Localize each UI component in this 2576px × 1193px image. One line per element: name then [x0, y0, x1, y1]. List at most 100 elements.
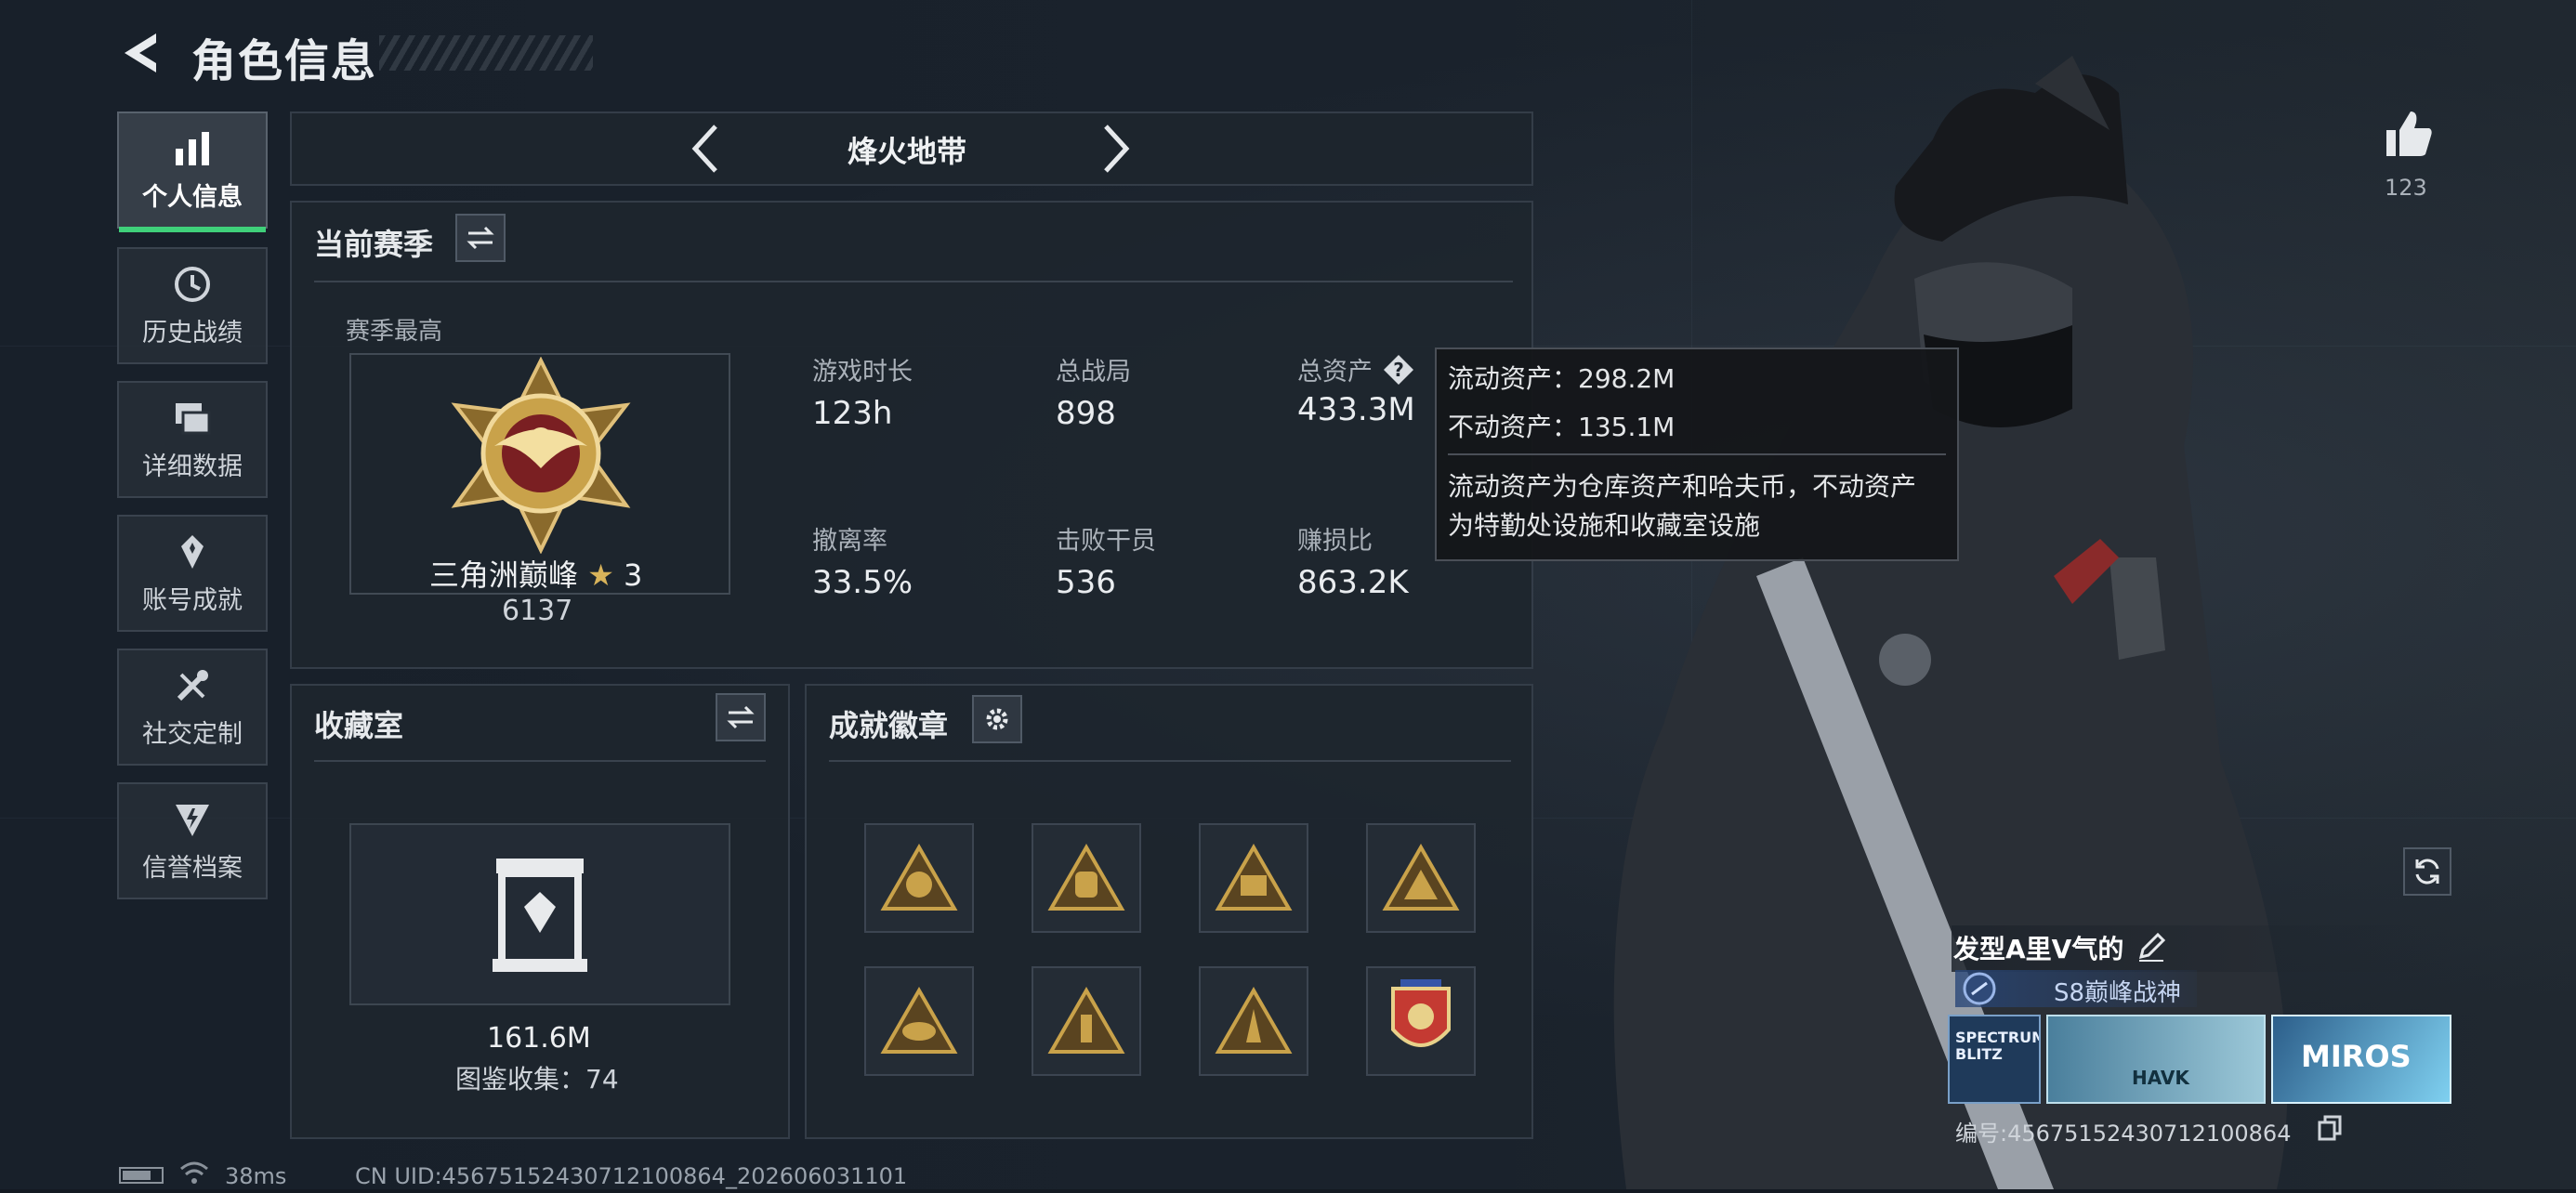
badge-icon-3: [1215, 844, 1293, 911]
tooltip-fixed-assets: 不动资产：135.1M: [1448, 412, 1676, 442]
sidebar-item-history[interactable]: 历史战绩: [117, 247, 268, 364]
rank-score: 6137: [502, 595, 573, 627]
like-button[interactable]: [2383, 108, 2435, 160]
title-decoration: [379, 35, 593, 71]
collection-title: 收藏室: [314, 708, 404, 743]
achievements-settings-button[interactable]: [972, 695, 1022, 743]
refresh-button[interactable]: [2403, 847, 2451, 896]
badge-icon-2: [1047, 844, 1125, 911]
achievement-badge[interactable]: [864, 966, 974, 1076]
swap-icon: [467, 226, 494, 250]
rank-name-row: 三角洲巅峰 ★ 3: [429, 552, 642, 595]
copy-icon: [2318, 1115, 2342, 1141]
card-spectrum-label: SPECTRUM BLITZ: [1955, 1029, 2041, 1063]
achievement-badge[interactable]: [1199, 966, 1308, 1076]
achievement-badge[interactable]: [864, 823, 974, 933]
achievement-badge[interactable]: [1032, 823, 1141, 933]
star-icon: ★: [587, 557, 614, 593]
like-count: 123: [2385, 175, 2427, 201]
battery-icon: [119, 1167, 164, 1184]
badge-icon-6: [1047, 987, 1125, 1054]
badge-icon-5: [880, 987, 958, 1054]
sidebar-item-label: 信誉档案: [142, 853, 243, 883]
season-best-label: 赛季最高: [346, 318, 443, 346]
stat-label: 总资产: [1297, 358, 1373, 387]
stat-value: 123h: [812, 395, 893, 432]
divider: [314, 281, 1513, 282]
card-havk-label: HAVK: [2132, 1067, 2189, 1089]
season-switch-button[interactable]: [455, 214, 506, 262]
card-miros[interactable]: MIROS: [2271, 1015, 2451, 1104]
season-title: 当前赛季: [314, 227, 434, 262]
stat-label: 赚损比: [1297, 527, 1373, 556]
tooltip-liquid-assets: 流动资产：298.2M: [1448, 363, 1676, 394]
serial-text: 编号:45675152430712100864: [1955, 1121, 2292, 1147]
stat-value: 863.2K: [1297, 564, 1409, 601]
divider: [314, 760, 766, 762]
pencil-icon: [2138, 932, 2166, 962]
badge-icon-7: [1215, 987, 1293, 1054]
tooltip-divider: [1448, 453, 1946, 455]
divider: [829, 760, 1511, 762]
sidebar-item-label: 个人信息: [142, 182, 243, 212]
tooltip-desc-line2: 为特勤处设施和收藏室设施: [1448, 510, 1761, 541]
mode-prev-button[interactable]: [686, 121, 727, 177]
folders-icon: [176, 402, 211, 434]
stat-value: 898: [1056, 395, 1116, 432]
sidebar-item-label: 历史战绩: [142, 318, 243, 347]
edit-name-button[interactable]: [2136, 931, 2167, 963]
thumbs-up-icon: [2386, 111, 2432, 156]
rank-name: 三角洲巅峰: [429, 557, 579, 593]
mode-label: 烽火地带: [848, 134, 967, 169]
rank-stars: 3: [624, 557, 643, 593]
collection-switch-button[interactable]: [716, 693, 766, 741]
uid-text: CN UID:45675152430712100864_202606031101: [355, 1163, 908, 1189]
player-name: 发型A里V气的: [1953, 934, 2124, 964]
achievement-badge[interactable]: [1032, 966, 1141, 1076]
stat-label: 撤离率: [812, 527, 887, 556]
chevron-right-icon: [1104, 125, 1130, 173]
stat-extract-rate: 撤离率 33.5%: [812, 520, 913, 601]
sidebar-item-details[interactable]: 详细数据: [117, 381, 268, 498]
card-havk[interactable]: HAVK: [2046, 1015, 2266, 1104]
stat-label: 击败干员: [1056, 527, 1156, 556]
sidebar-item-label: 社交定制: [142, 719, 243, 749]
collection-value: 161.6M: [487, 1022, 591, 1055]
stat-label: 游戏时长: [812, 358, 913, 387]
achievement-badge[interactable]: [1199, 823, 1308, 933]
achievement-badge[interactable]: [1366, 823, 1476, 933]
title-badge-label: S8巅峰战神: [2054, 979, 2182, 1007]
card-spectrum[interactable]: SPECTRUM BLITZ: [1948, 1015, 2041, 1104]
badge-icon-4: [1382, 844, 1460, 911]
copy-button[interactable]: [2318, 1115, 2342, 1141]
badge-icon-8: [1391, 979, 1451, 1047]
stat-value: 536: [1056, 564, 1116, 601]
collection-catalog: 图鉴收集：74: [455, 1064, 619, 1095]
stat-total-assets: 总资产 ? 433.3M: [1297, 351, 1415, 428]
sidebar-item-label: 详细数据: [142, 452, 243, 481]
sidebar-item-achievements[interactable]: 账号成就: [117, 515, 268, 632]
title-badge-icon: [1961, 970, 1998, 1007]
back-button[interactable]: [119, 30, 165, 76]
sidebar-item-credit[interactable]: 信誉档案: [117, 782, 268, 899]
stat-value: 33.5%: [812, 564, 913, 601]
back-arrow-icon: [125, 33, 156, 72]
sidebar-item-personal-info[interactable]: 个人信息: [117, 111, 268, 232]
stat-total-matches: 总战局 898: [1056, 351, 1131, 432]
sidebar-item-label: 账号成就: [142, 585, 243, 615]
stat-kills: 击败干员 536: [1056, 520, 1156, 601]
help-icon[interactable]: ?: [1382, 353, 1415, 387]
swap-icon: [727, 705, 755, 729]
stat-label: 总战局: [1056, 358, 1131, 387]
rank-emblem: [437, 356, 645, 555]
achievements-title: 成就徽章: [829, 708, 949, 743]
achievement-badge[interactable]: [1366, 966, 1476, 1076]
badge-icon-1: [880, 844, 958, 911]
page-title: 角色信息: [191, 35, 378, 87]
stat-profit-ratio: 赚损比 863.2K: [1297, 520, 1409, 601]
ping-text: 38ms: [225, 1163, 287, 1189]
refresh-icon: [2415, 859, 2439, 885]
mode-next-button[interactable]: [1095, 121, 1136, 177]
bar-chart-icon: [176, 131, 209, 165]
sidebar-item-social[interactable]: 社交定制: [117, 649, 268, 766]
